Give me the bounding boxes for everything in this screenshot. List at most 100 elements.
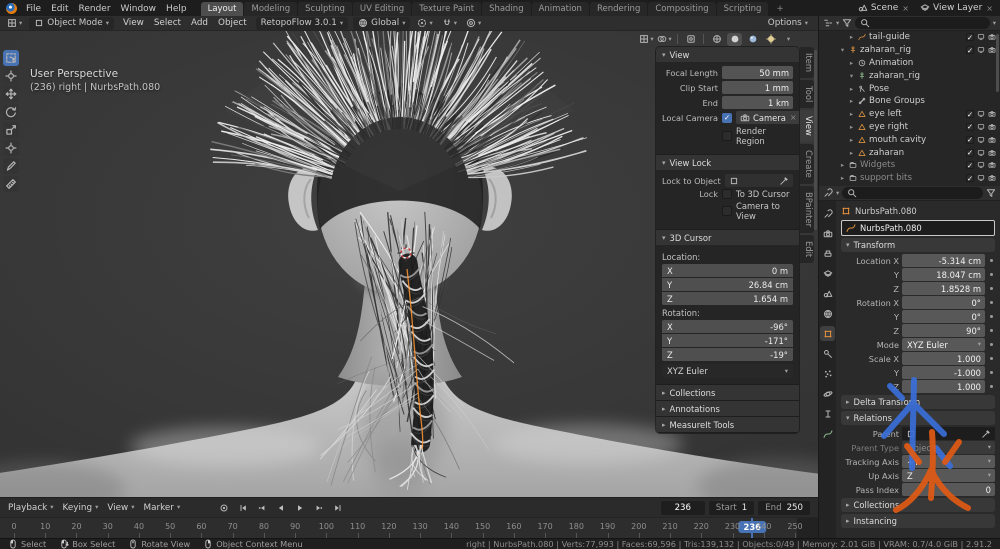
- menu-file[interactable]: File: [21, 3, 46, 15]
- exclude-checkbox[interactable]: ✓: [966, 110, 974, 118]
- cursor-rotation-z[interactable]: Z-19°: [662, 348, 793, 361]
- outliner-item-zaharan_rig[interactable]: ▾zaharan_rig: [819, 69, 1000, 82]
- instancing-section-header[interactable]: ▸Instancing: [841, 514, 995, 528]
- outliner-item-eye-right[interactable]: ▸eye right✓: [819, 121, 1000, 134]
- frame-end-field[interactable]: End250: [758, 501, 810, 515]
- workspace-tab-sculpting[interactable]: Sculpting: [298, 2, 352, 16]
- transform-field[interactable]: -1.000: [902, 366, 985, 379]
- properties-tab-particles[interactable]: [820, 366, 835, 381]
- outliner-scrollbar[interactable]: [996, 34, 999, 92]
- section-measureit-tools-header[interactable]: ▸MeasureIt Tools: [656, 417, 799, 432]
- exclude-checkbox[interactable]: ✓: [966, 46, 974, 54]
- animate-dot[interactable]: [988, 357, 995, 360]
- animate-dot[interactable]: [988, 273, 995, 276]
- current-frame-field[interactable]: 236: [661, 501, 705, 515]
- clip-start-field[interactable]: 1 mm: [722, 81, 793, 94]
- transform-field[interactable]: 1.000: [902, 352, 985, 365]
- filter-icon[interactable]: [842, 18, 852, 28]
- tracking-axis-dropdown[interactable]: +Y▾: [902, 455, 995, 468]
- tool-select-box[interactable]: [3, 50, 19, 66]
- properties-tab-tool[interactable]: [820, 206, 835, 221]
- animate-dot[interactable]: [988, 343, 995, 346]
- collections-section-header[interactable]: ▸Collections: [841, 498, 995, 512]
- view-layer-unlink-icon[interactable]: ×: [985, 4, 994, 13]
- animate-dot[interactable]: [988, 329, 995, 332]
- lock-3d-cursor-checkbox[interactable]: [722, 189, 732, 199]
- mode-dropdown[interactable]: Object Mode▾: [29, 17, 114, 30]
- exclude-checkbox[interactable]: ✓: [966, 136, 974, 144]
- add-workspace-button[interactable]: +: [769, 2, 790, 16]
- viewport-menu-add[interactable]: Add: [187, 18, 212, 28]
- animate-dot[interactable]: [988, 301, 995, 304]
- timeline-ruler[interactable]: 236 010203040506070809010011012013014015…: [0, 517, 818, 538]
- eyedropper-icon[interactable]: [779, 176, 789, 186]
- play-button[interactable]: [291, 501, 308, 515]
- tool-transform[interactable]: [3, 140, 19, 156]
- timeline-menu-playback[interactable]: Playback ▾: [8, 503, 54, 513]
- properties-tab-object-data[interactable]: [820, 426, 835, 441]
- pass-index-field[interactable]: 0: [902, 483, 995, 496]
- workspace-tab-compositing[interactable]: Compositing: [648, 2, 715, 16]
- outliner-item-eye-left[interactable]: ▸eye left✓: [819, 108, 1000, 121]
- properties-tab-scene[interactable]: [820, 286, 835, 301]
- play-reverse-button[interactable]: [272, 501, 289, 515]
- transform-field[interactable]: 1.000: [902, 380, 985, 393]
- workspace-tab-shading[interactable]: Shading: [482, 2, 531, 16]
- npanel-tab-edit[interactable]: Edit: [800, 235, 814, 263]
- snap-toggle[interactable]: ▾: [440, 18, 459, 28]
- section-annotations-header[interactable]: ▸Annotations: [656, 401, 799, 416]
- focal-length-field[interactable]: 50 mm: [722, 66, 793, 79]
- scene-selector[interactable]: Scene ×: [858, 3, 910, 13]
- cursor-rotation-mode-dropdown[interactable]: XYZ Euler▾: [662, 364, 793, 378]
- properties-tab-modifiers[interactable]: [820, 346, 835, 361]
- jump-end-button[interactable]: [329, 501, 346, 515]
- shading-sphere-material[interactable]: [745, 33, 760, 46]
- render-region-checkbox[interactable]: [722, 131, 732, 141]
- transform-section-header[interactable]: ▾Transform: [841, 238, 995, 252]
- properties-tab-constraints[interactable]: [820, 406, 835, 421]
- properties-tab-view-layer[interactable]: [820, 266, 835, 281]
- timeline-menu-keying[interactable]: Keying ▾: [63, 503, 99, 513]
- clip-end-field[interactable]: 1 km: [722, 96, 793, 109]
- outliner-editor-icon[interactable]: [823, 18, 833, 28]
- retopoflow-menu[interactable]: RetopoFlow 3.0.1▾: [256, 17, 348, 30]
- properties-filter-icon[interactable]: [986, 188, 996, 198]
- gizmo-dropdown[interactable]: ▾: [639, 33, 654, 46]
- transform-field[interactable]: 0°: [902, 296, 985, 309]
- section-view-header[interactable]: ▾View: [656, 47, 799, 62]
- editor-type-button[interactable]: ▾: [5, 18, 24, 28]
- view-layer-selector[interactable]: View Layer ×: [920, 3, 994, 13]
- record-button[interactable]: [215, 501, 232, 515]
- jump-start-button[interactable]: [234, 501, 251, 515]
- exclude-checkbox[interactable]: ✓: [966, 33, 974, 41]
- cursor-rotation-x[interactable]: X-96°: [662, 320, 793, 333]
- transform-field[interactable]: 90°: [902, 324, 985, 337]
- shading-sphere-solid[interactable]: [727, 33, 742, 46]
- outliner-display-options[interactable]: ▾: [993, 20, 996, 27]
- menu-edit[interactable]: Edit: [46, 3, 73, 15]
- tool-annotate[interactable]: [3, 158, 19, 174]
- animate-dot[interactable]: [988, 315, 995, 318]
- outliner-item-support-bits[interactable]: ▸support bits✓: [819, 172, 1000, 185]
- properties-tab-object[interactable]: [820, 326, 835, 341]
- outliner-item-zaharan[interactable]: ▸zaharan✓: [819, 146, 1000, 159]
- workspace-tab-layout[interactable]: Layout: [201, 2, 244, 16]
- properties-tab-world[interactable]: [820, 306, 835, 321]
- tool-measure[interactable]: [3, 176, 19, 192]
- transform-field[interactable]: 0°: [902, 310, 985, 323]
- exclude-checkbox[interactable]: ✓: [966, 174, 974, 182]
- viewport-menu-view[interactable]: View: [119, 18, 148, 28]
- viewport-menu-select[interactable]: Select: [150, 18, 185, 28]
- exclude-checkbox[interactable]: ✓: [966, 149, 974, 157]
- animate-dot[interactable]: [988, 287, 995, 290]
- tool-move[interactable]: [3, 86, 19, 102]
- camera-field[interactable]: Camera ×: [736, 111, 799, 124]
- workspace-tab-uv-editing[interactable]: UV Editing: [353, 2, 411, 16]
- section-3d-cursor-header[interactable]: ▾3D Cursor: [656, 230, 799, 245]
- exclude-checkbox[interactable]: ✓: [966, 123, 974, 131]
- outliner-item-widgets[interactable]: ▸Widgets✓: [819, 159, 1000, 172]
- key-prev-button[interactable]: [253, 501, 270, 515]
- xray-toggle[interactable]: [683, 33, 698, 46]
- npanel-tab-bpainter[interactable]: BPainter: [800, 186, 814, 233]
- outliner-item-bone-groups[interactable]: ▸Bone Groups: [819, 95, 1000, 108]
